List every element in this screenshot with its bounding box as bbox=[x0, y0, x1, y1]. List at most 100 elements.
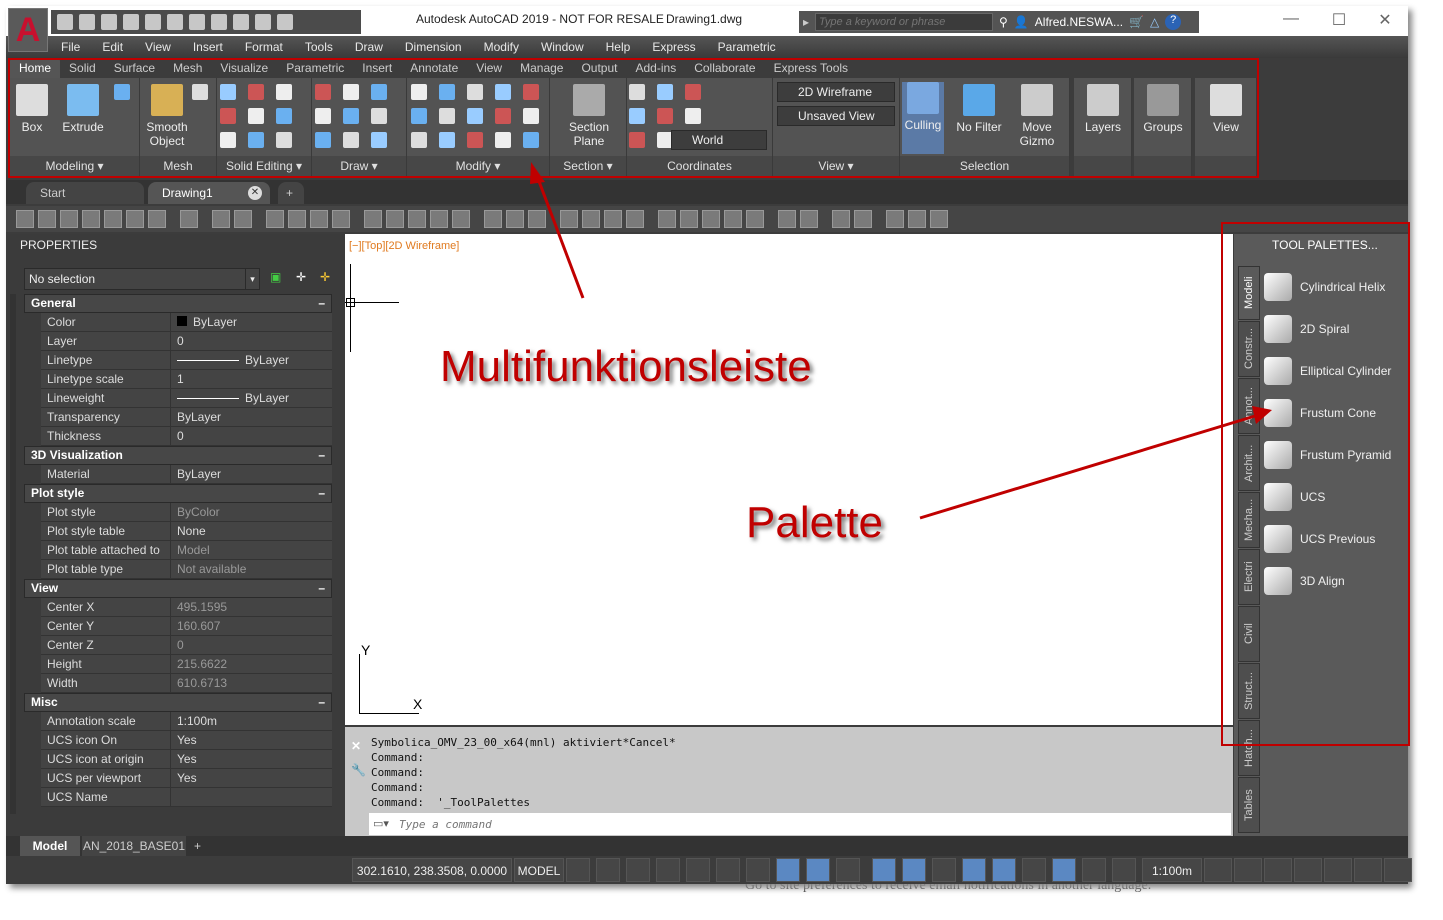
toolbar-tool-icon[interactable] bbox=[288, 210, 306, 228]
tool-icon[interactable] bbox=[439, 132, 455, 148]
property-row[interactable]: Plot style ByColor bbox=[41, 503, 332, 522]
property-row[interactable]: Layer 0 bbox=[41, 332, 332, 351]
tool-icon[interactable] bbox=[467, 132, 483, 148]
redo-icon[interactable] bbox=[277, 14, 293, 30]
tool-icon[interactable] bbox=[467, 108, 483, 124]
property-row[interactable]: Lineweight ByLayer bbox=[41, 389, 332, 408]
toolbar-tool-icon[interactable] bbox=[430, 210, 448, 228]
view-button[interactable]: View bbox=[1197, 84, 1255, 134]
tab-surface[interactable]: Surface bbox=[105, 58, 164, 78]
property-value[interactable]: ByLayer bbox=[171, 465, 221, 483]
menu-help[interactable]: Help bbox=[606, 40, 631, 54]
tool-icon[interactable] bbox=[495, 108, 511, 124]
section-view[interactable]: View – bbox=[24, 579, 332, 598]
property-value[interactable]: 160.607 bbox=[171, 617, 220, 635]
box-button[interactable]: Box bbox=[12, 84, 52, 134]
panel-label[interactable] bbox=[1134, 156, 1191, 176]
status-toggle-icon[interactable] bbox=[806, 858, 830, 882]
toolbar-tool-icon[interactable] bbox=[800, 210, 818, 228]
open-icon[interactable] bbox=[79, 14, 95, 30]
toolbar-tool-icon[interactable] bbox=[212, 210, 230, 228]
panel-label[interactable]: Draw ▾ bbox=[312, 156, 406, 176]
status-toggle-icon[interactable] bbox=[716, 858, 740, 882]
property-value[interactable]: 1:100m bbox=[171, 712, 217, 730]
property-row[interactable]: Transparency ByLayer bbox=[41, 408, 332, 427]
status-toggle-icon[interactable] bbox=[902, 858, 926, 882]
cart-icon[interactable]: 🛒 bbox=[1129, 15, 1144, 29]
tab-view[interactable]: View bbox=[467, 58, 511, 78]
status-toggle-icon[interactable] bbox=[566, 858, 590, 882]
new-icon[interactable] bbox=[57, 14, 73, 30]
search-input[interactable] bbox=[815, 13, 994, 31]
property-row[interactable]: Thickness 0 bbox=[41, 427, 332, 446]
viewport-controls[interactable]: [−][Top][2D Wireframe] bbox=[349, 240, 459, 252]
property-row[interactable]: Linetype ByLayer bbox=[41, 351, 332, 370]
tool-icon[interactable] bbox=[629, 84, 645, 100]
property-value[interactable]: ByLayer bbox=[171, 389, 289, 407]
nofilter-button[interactable]: No Filter bbox=[952, 84, 1006, 134]
collapse-icon[interactable]: – bbox=[318, 447, 325, 464]
property-value[interactable]: 1 bbox=[171, 370, 184, 388]
property-value[interactable]: ByLayer bbox=[171, 408, 221, 426]
tab-start[interactable]: Start bbox=[26, 182, 144, 204]
toolbar-tool-icon[interactable] bbox=[702, 210, 720, 228]
tool-icon[interactable] bbox=[371, 108, 387, 124]
panel-label[interactable]: Solid Editing ▾ bbox=[217, 156, 311, 176]
menu-modify[interactable]: Modify bbox=[484, 40, 519, 54]
palette-tool-elliptical-cylinder[interactable]: Elliptical Cylinder bbox=[1264, 352, 1391, 390]
menu-dimension[interactable]: Dimension bbox=[405, 40, 462, 54]
collapse-icon[interactable]: – bbox=[318, 485, 325, 502]
panel-label[interactable]: Section ▾ bbox=[550, 156, 626, 176]
toolbar-tool-icon[interactable] bbox=[104, 210, 122, 228]
tab-output[interactable]: Output bbox=[572, 58, 626, 78]
property-row[interactable]: Material ByLayer bbox=[41, 465, 332, 484]
palette-tab-tables[interactable]: Tables bbox=[1238, 777, 1260, 833]
palette-tool-ucs-previous[interactable]: UCS Previous bbox=[1264, 520, 1375, 558]
plot-preview-icon[interactable] bbox=[189, 14, 205, 30]
help-icon[interactable]: ? bbox=[1165, 14, 1182, 30]
property-value[interactable]: Not available bbox=[171, 560, 246, 578]
palette-tab-archit[interactable]: Archit... bbox=[1238, 435, 1260, 491]
autodesk-icon[interactable]: △ bbox=[1150, 15, 1159, 29]
tab-collaborate[interactable]: Collaborate bbox=[685, 58, 764, 78]
property-row[interactable]: UCS Name bbox=[41, 788, 332, 807]
tool-icon[interactable] bbox=[343, 84, 359, 100]
palette-tab-hatch[interactable]: Hatch... bbox=[1238, 720, 1260, 776]
hardware-acceleration-icon[interactable] bbox=[1294, 858, 1322, 882]
toolbar-tool-icon[interactable] bbox=[452, 210, 470, 228]
isolate-icon[interactable] bbox=[1264, 858, 1292, 882]
property-value[interactable]: ByLayer bbox=[171, 351, 289, 369]
toolbar-tool-icon[interactable] bbox=[560, 210, 578, 228]
plot-icon[interactable] bbox=[211, 14, 227, 30]
tool-icon[interactable] bbox=[495, 84, 511, 100]
maximize-button[interactable]: ☐ bbox=[1324, 10, 1354, 30]
status-toggle-icon[interactable] bbox=[626, 858, 650, 882]
menu-insert[interactable]: Insert bbox=[193, 40, 223, 54]
panel-label[interactable]: Coordinates bbox=[627, 156, 772, 176]
tool-icon[interactable] bbox=[276, 108, 292, 124]
user-name[interactable]: Alfred.NESWA... bbox=[1035, 15, 1123, 29]
property-row[interactable]: Plot table type Not available bbox=[41, 560, 332, 579]
tab-drawing1[interactable]: Drawing1 ✕ bbox=[148, 182, 270, 204]
status-toggle-icon[interactable] bbox=[656, 858, 680, 882]
toolbar-tool-icon[interactable] bbox=[832, 210, 850, 228]
toolbar-tool-icon[interactable] bbox=[908, 210, 926, 228]
property-value[interactable]: Yes bbox=[171, 769, 197, 787]
tab-solid[interactable]: Solid bbox=[60, 58, 105, 78]
property-value[interactable]: None bbox=[171, 522, 206, 540]
toolbar-tool-icon[interactable] bbox=[680, 210, 698, 228]
status-toggle-icon[interactable] bbox=[1022, 858, 1046, 882]
toolbar-tool-icon[interactable] bbox=[16, 210, 34, 228]
tool-icon[interactable] bbox=[315, 108, 331, 124]
palette-tab-electri[interactable]: Electri bbox=[1238, 549, 1260, 605]
tool-icon[interactable] bbox=[371, 132, 387, 148]
section-misc[interactable]: Misc – bbox=[24, 693, 332, 712]
tab-annotate[interactable]: Annotate bbox=[401, 58, 467, 78]
status-toggle-icon[interactable] bbox=[836, 858, 860, 882]
menu-parametric[interactable]: Parametric bbox=[718, 40, 776, 54]
property-row[interactable]: UCS per viewport Yes bbox=[41, 769, 332, 788]
tool-icon[interactable] bbox=[220, 108, 236, 124]
toolbar-tool-icon[interactable] bbox=[38, 210, 56, 228]
section-button[interactable]: Section Plane bbox=[556, 84, 622, 148]
save-as-icon[interactable] bbox=[123, 14, 139, 30]
